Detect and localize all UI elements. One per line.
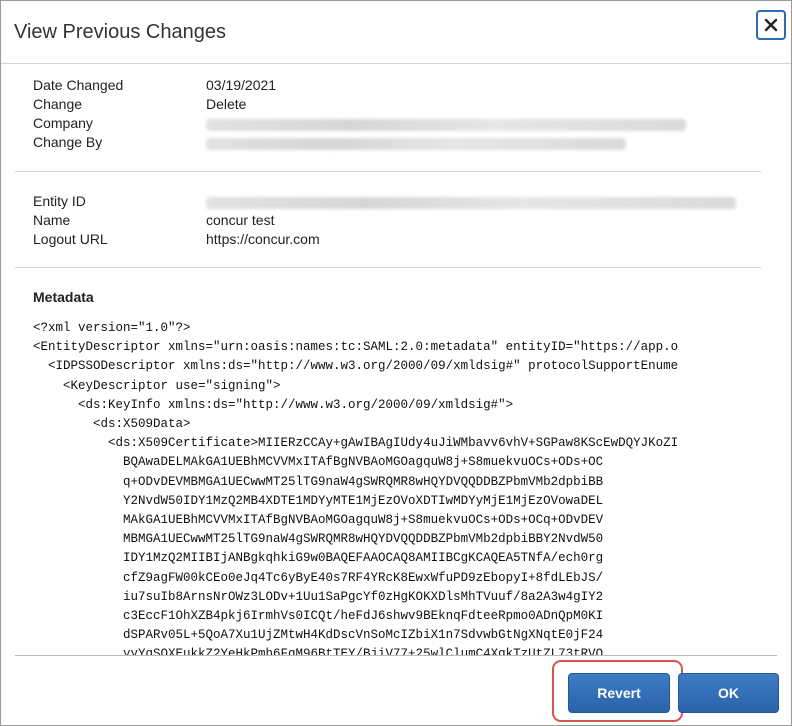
section-divider <box>15 171 761 172</box>
metadata-line: cfZ9agFW00kCEo0eJq4Tc6yByE40s7RF4YRcK8Ew… <box>33 570 604 585</box>
field-label: Entity ID <box>33 193 86 209</box>
field-value: https://concur.com <box>206 231 320 247</box>
field-label: Date Changed <box>33 77 124 93</box>
metadata-line: dSPARv05L+5QoA7Xu1UjZMtwH4KdDscVnSoMcIZb… <box>33 628 604 643</box>
view-previous-changes-dialog: View Previous Changes Date Changed 03/19… <box>0 0 792 726</box>
field-label: Change By <box>33 134 103 150</box>
metadata-line: Y2NvdW50IDY1MzQ2MB4XDTE1MDYyMTE1MjEzOVoX… <box>33 493 604 508</box>
revert-button[interactable]: Revert <box>568 673 670 713</box>
field-label: Logout URL <box>33 231 108 247</box>
metadata-line: MBMGA1UECwwMT25lTG9naW4gSWRQMR8wHQYDVQQD… <box>33 532 604 547</box>
metadata-line: <?xml version="1.0"?> <box>33 321 191 335</box>
section-divider <box>15 267 761 268</box>
dialog-title: View Previous Changes <box>14 21 226 43</box>
metadata-line: iu7suIb8ArnsNrOWz3LODv+1Uu1SaPgcYf0zHgKO… <box>33 589 604 604</box>
metadata-line: <ds:X509Data> <box>33 417 191 431</box>
metadata-line: <KeyDescriptor use="signing"> <box>33 378 281 393</box>
metadata-line: MAkGA1UEBhMCVVMxITAfBgNVBAoMGOagquW8j+S8… <box>33 513 604 527</box>
metadata-line: <ds:X509Certificate>MIIERzCCAy+gAwIBAgIU… <box>33 436 679 451</box>
footer-divider <box>15 655 777 656</box>
ok-button[interactable]: OK <box>678 673 779 713</box>
close-icon <box>764 18 778 32</box>
metadata-line: <EntityDescriptor xmlns="urn:oasis:names… <box>33 340 679 355</box>
field-label: Name <box>33 212 71 228</box>
metadata-line: c3EccF1OhXZB4pkj6IrmhVs0ICQt/heFdJ6shwv9… <box>33 609 604 623</box>
field-value: concur test <box>206 212 275 228</box>
metadata-line: <IDPSSODescriptor xmlns:ds="http://www.w… <box>33 359 679 374</box>
close-button[interactable] <box>756 10 786 40</box>
metadata-line: <ds:KeyInfo xmlns:ds="http://www.w3.org/… <box>33 397 514 412</box>
dialog-header: View Previous Changes <box>1 1 791 64</box>
redacted-company-value <box>206 119 686 131</box>
metadata-line: IDY1MzQ2MIIBIjANBgkqhkiG9w0BAQEFAAOCAQ8A… <box>33 551 604 566</box>
metadata-line: yyYqSOXEukkZ2YeHkPmh6FgM96BtTEY/BjiV77+2… <box>33 647 604 655</box>
metadata-xml: <?xml version="1.0"?> <EntityDescriptor x… <box>33 319 773 655</box>
field-label: Company <box>33 115 93 131</box>
redacted-change-by-value <box>206 138 626 150</box>
dialog-content[interactable]: Date Changed 03/19/2021 Change Delete Co… <box>15 63 777 655</box>
metadata-line: q+ODvDEVMBMGA1UECwwMT25lTG9naW4gSWRQMR8w… <box>33 474 604 489</box>
field-value: 03/19/2021 <box>206 77 277 93</box>
field-label: Change <box>33 96 83 112</box>
redacted-entity-id-value <box>206 197 736 209</box>
metadata-heading: Metadata <box>33 289 94 305</box>
field-value: Delete <box>206 96 247 112</box>
metadata-line: BQAwaDELMAkGA1UEBhMCVVMxITAfBgNVBAoMGOag… <box>33 455 604 470</box>
